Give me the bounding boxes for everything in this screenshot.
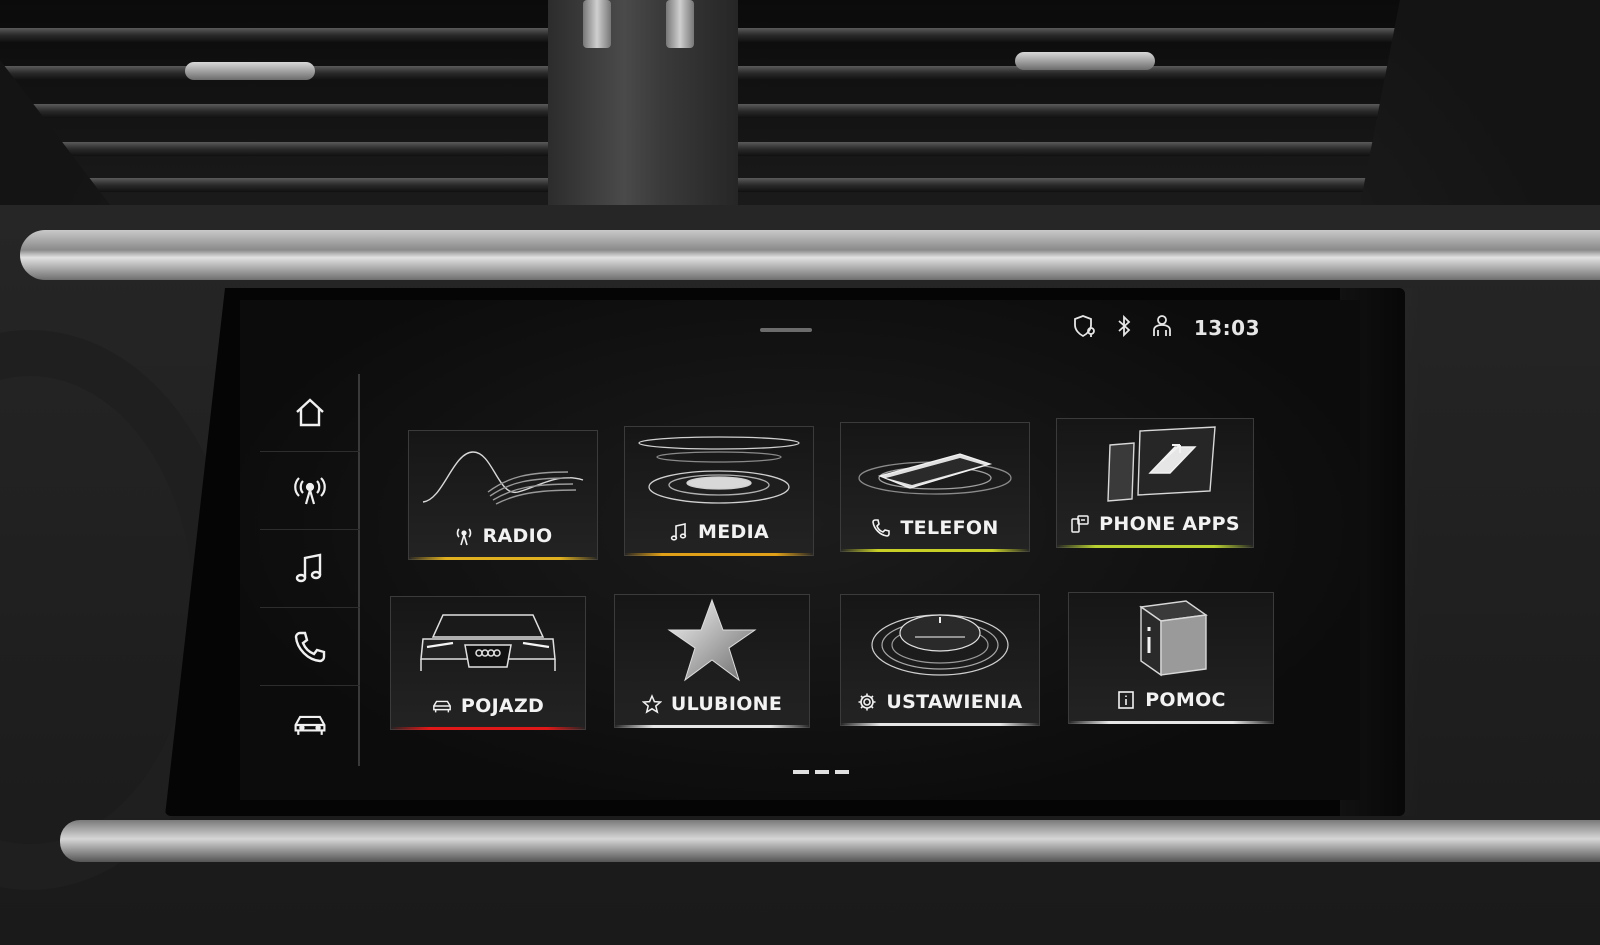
tile-label: ULUBIONE	[615, 693, 809, 715]
tile-accent-bar	[408, 557, 598, 560]
tile-accent-bar	[840, 723, 1040, 726]
sidebar-item-media[interactable]	[260, 530, 360, 608]
tile-ustawienia[interactable]: USTAWIENIA	[840, 594, 1040, 726]
bluetooth-icon[interactable]	[1116, 314, 1132, 341]
page-dot	[815, 770, 829, 774]
gear-icon	[858, 693, 876, 711]
telefon-artwork	[841, 429, 1029, 509]
tile-accent-bar	[614, 725, 810, 728]
phone-apps-icon	[1071, 515, 1089, 533]
radio-artwork	[409, 437, 597, 517]
notification-pull-handle[interactable]	[760, 328, 812, 332]
ustawienia-artwork	[841, 601, 1039, 681]
tile-label: MEDIA	[625, 521, 813, 543]
radio-icon	[456, 528, 471, 546]
pomoc-artwork	[1069, 599, 1273, 679]
info-icon	[1118, 691, 1135, 709]
clock: 13:03	[1193, 315, 1260, 340]
sidebar-item-radio[interactable]	[260, 452, 360, 530]
home-icon	[296, 397, 324, 426]
tile-media[interactable]: MEDIA	[624, 426, 814, 556]
phone-apps-artwork	[1057, 425, 1253, 505]
quick-access-sidebar	[260, 374, 360, 766]
tile-telefon[interactable]: TELEFON	[840, 422, 1030, 552]
vent-thumbwheel-left[interactable]	[583, 0, 611, 48]
chrome-trim-bottom	[60, 820, 1600, 862]
tile-label: POJAZD	[391, 695, 585, 717]
sidebar-item-phone[interactable]	[260, 608, 360, 686]
music-note-icon	[295, 553, 322, 582]
phone-icon	[872, 519, 891, 537]
page-dot-active	[793, 770, 809, 774]
vent-tab-left[interactable]	[185, 62, 315, 80]
tile-accent-bar	[1068, 721, 1274, 724]
tile-ulubione[interactable]: ULUBIONE	[614, 594, 810, 728]
music-note-icon	[670, 523, 687, 541]
page-dot	[835, 770, 849, 774]
car-dashboard: 13:03 RADIO MEDIA TELEFON PHONE APPS POJ…	[0, 0, 1600, 945]
tile-label: PHONE APPS	[1057, 513, 1253, 535]
tile-phone-apps[interactable]: PHONE APPS	[1056, 418, 1254, 548]
air-vent	[0, 0, 1400, 205]
tile-pojazd[interactable]: POJAZD	[390, 596, 586, 730]
sidebar-item-vehicle[interactable]	[260, 686, 360, 764]
status-bar: 13:03	[1072, 314, 1260, 341]
media-artwork	[625, 433, 813, 513]
tile-accent-bar	[840, 549, 1030, 552]
location-privacy-icon[interactable]	[1072, 314, 1098, 341]
ulubione-artwork	[615, 598, 809, 682]
driver-profile-icon[interactable]	[1150, 314, 1176, 341]
vent-thumbwheel-right[interactable]	[666, 0, 694, 48]
tile-accent-bar	[1056, 545, 1254, 548]
radio-icon	[294, 476, 326, 504]
star-icon	[641, 694, 662, 714]
tile-label: USTAWIENIA	[841, 691, 1039, 713]
tile-label: TELEFON	[841, 517, 1029, 539]
tile-pomoc[interactable]: POMOC	[1068, 592, 1274, 724]
vent-tab-right[interactable]	[1015, 52, 1155, 70]
tile-label: RADIO	[409, 525, 597, 547]
vent-center-housing	[548, 0, 738, 205]
car-icon	[432, 700, 451, 713]
tile-radio[interactable]: RADIO	[408, 430, 598, 560]
phone-icon	[294, 631, 326, 662]
tile-accent-bar	[624, 553, 814, 556]
tile-label: POMOC	[1069, 689, 1273, 711]
tile-accent-bar	[390, 727, 586, 730]
car-icon	[294, 715, 326, 735]
chrome-trim-top	[20, 230, 1600, 280]
page-indicator[interactable]	[793, 770, 849, 774]
infotainment-screen: 13:03 RADIO MEDIA TELEFON PHONE APPS POJ…	[240, 300, 1360, 800]
sidebar-item-home[interactable]	[260, 374, 360, 452]
pojazd-artwork	[391, 603, 585, 683]
